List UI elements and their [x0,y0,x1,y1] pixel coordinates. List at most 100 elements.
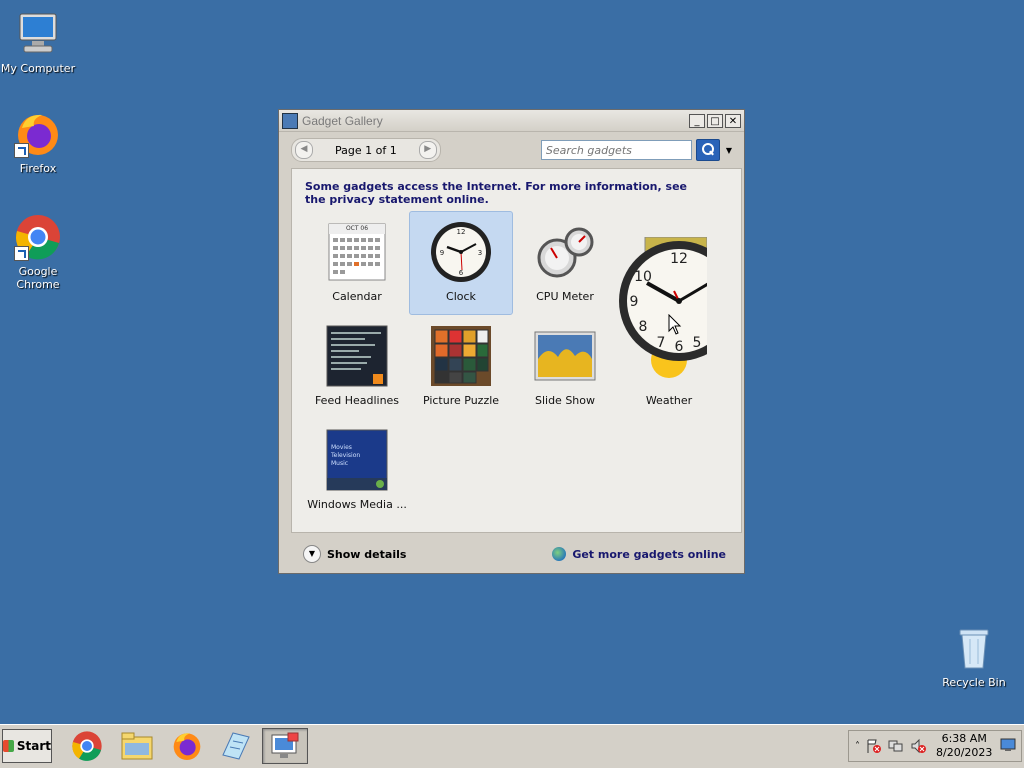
svg-text:7: 7 [657,335,666,351]
system-clock[interactable]: 6:38 AM 8/20/2023 [936,732,992,760]
gadget-feed-headlines[interactable]: Feed Headlines [305,315,409,419]
clock-time: 6:38 AM [941,732,987,745]
gadget-gallery-window: Gadget Gallery _ □ ✕ ◀ Page 1 of 1 ▶ ▼ S… [278,109,745,574]
gadget-name: Weather [645,394,693,407]
firefox-icon [14,110,62,158]
svg-text:5: 5 [693,335,702,351]
show-details-label: Show details [327,547,407,561]
show-details-toggle[interactable]: ▼ Show details [303,545,406,563]
previous-page-button[interactable]: ◀ [295,141,313,159]
windows-logo-icon [3,740,14,752]
chrome-icon [72,731,102,761]
notepad-icon [222,732,250,760]
desktop-icon-firefox[interactable]: Firefox [0,110,80,175]
svg-text:12: 12 [670,251,688,267]
gadget-name: Slide Show [534,394,596,407]
gadget-name: CPU Meter [536,290,594,303]
gallery-footer: ▼ Show details Get more gadgets online [291,540,742,568]
desktop-icon-label: Firefox [19,162,57,175]
feed-icon [325,324,389,388]
network-icon[interactable] [888,738,904,754]
svg-text:9: 9 [440,249,444,257]
svg-text:6: 6 [459,269,464,277]
gadget-picture-puzzle[interactable]: Picture Puzzle [409,315,513,419]
svg-text:6: 6 [675,339,684,355]
gadget-list: Some gadgets access the Internet. For mo… [291,168,742,533]
volume-muted-icon[interactable] [910,738,926,754]
search-input[interactable] [540,140,692,160]
taskbar-chrome[interactable] [64,728,110,764]
search-button[interactable] [695,139,720,161]
pager: ◀ Page 1 of 1 ▶ [291,138,441,162]
svg-text:9: 9 [630,294,639,310]
search-options-dropdown[interactable]: ▼ [726,146,732,155]
computer-icon [14,10,62,58]
desktop-icon-label: Recycle Bin [942,676,1006,689]
gadget-name: Feed Headlines [314,394,400,407]
calendar-month-label: OCT 06 [345,225,369,232]
globe-icon [552,547,567,561]
start-button[interactable]: Start [2,729,52,763]
taskbar: Start ˄ 6:38 AM 8/20/2023 [0,724,1024,768]
taskbar-notepad[interactable] [212,728,258,764]
calendar-icon: OCT 06 [325,220,389,284]
gadget-name: Clock [446,290,476,303]
minimize-button[interactable]: _ [689,113,705,128]
gadget-name: Windows Media ... [307,498,407,511]
recycle-bin-icon [950,624,998,672]
gadget-clock[interactable]: 12 3 6 9 Clock [409,211,513,315]
cpu-meter-icon [533,220,597,284]
gallery-toolbar: ◀ Page 1 of 1 ▶ ▼ [279,132,744,168]
privacy-notice-link[interactable]: Some gadgets access the Internet. For mo… [305,180,705,206]
start-label: Start [16,739,51,753]
slideshow-icon [533,324,597,388]
close-button[interactable]: ✕ [725,113,741,128]
shortcut-arrow-icon [14,143,29,158]
clock-icon: 12 3 6 9 [429,220,493,284]
desktop-icon-label: My Computer [0,62,76,75]
action-center-flag-icon[interactable] [866,738,882,754]
folder-icon [121,732,153,760]
clock-date: 8/20/2023 [936,746,993,759]
gadget-name: Calendar [332,290,382,303]
puzzle-icon [429,324,493,388]
dragged-clock-preview[interactable]: 12 10 9 8 7 6 5 [617,237,707,361]
media-center-menu: Movies Television Music [331,444,360,468]
media-center-menu-item: Movies [331,444,352,451]
gadget-gallery-app-icon [282,112,298,129]
gadget-cpu-meter[interactable]: CPU Meter [513,211,617,315]
gadget-gallery-icon [271,732,299,758]
shortcut-arrow-icon [14,246,29,261]
page-indicator: Page 1 of 1 [335,143,397,157]
get-more-gadgets-link[interactable]: Get more gadgets online [552,547,726,561]
window-title: Gadget Gallery [302,113,383,128]
taskbar-gadget-gallery[interactable] [262,728,308,764]
taskbar-firefox[interactable] [164,728,210,764]
chrome-icon [14,213,62,261]
taskbar-file-explorer[interactable] [114,728,160,764]
gadget-calendar[interactable]: OCT 06 Calendar [305,211,409,315]
desktop-icon-recycle-bin[interactable]: Recycle Bin [932,624,1016,689]
get-more-gadgets-label: Get more gadgets online [572,547,726,561]
maximize-button[interactable]: □ [707,113,723,128]
gadget-slide-show[interactable]: Slide Show [513,315,617,419]
svg-text:12: 12 [457,228,466,236]
media-center-menu-item: Music [331,460,349,467]
next-page-button[interactable]: ▶ [418,141,437,159]
svg-text:8: 8 [639,319,648,335]
search-box: ▼ [540,139,732,161]
desktop-icon-label: Google Chrome [16,265,60,291]
chevron-down-icon: ▼ [303,545,321,563]
media-center-menu-item: Television [331,452,361,459]
svg-text:3: 3 [478,249,482,257]
show-desktop-icon[interactable] [1000,738,1016,754]
desktop-icon-my-computer[interactable]: My Computer [0,10,80,75]
gadget-name: Picture Puzzle [422,394,500,407]
notification-area: ˄ 6:38 AM 8/20/2023 [848,730,1022,762]
media-center-icon: Movies Television Music [325,428,389,492]
window-titlebar[interactable]: Gadget Gallery _ □ ✕ [279,110,744,132]
desktop-icon-chrome[interactable]: Google Chrome [0,213,80,291]
firefox-icon [173,733,201,760]
gadget-windows-media-center[interactable]: Movies Television Music Windows Media ..… [305,419,409,523]
show-hidden-icons-button[interactable]: ˄ [855,741,860,752]
